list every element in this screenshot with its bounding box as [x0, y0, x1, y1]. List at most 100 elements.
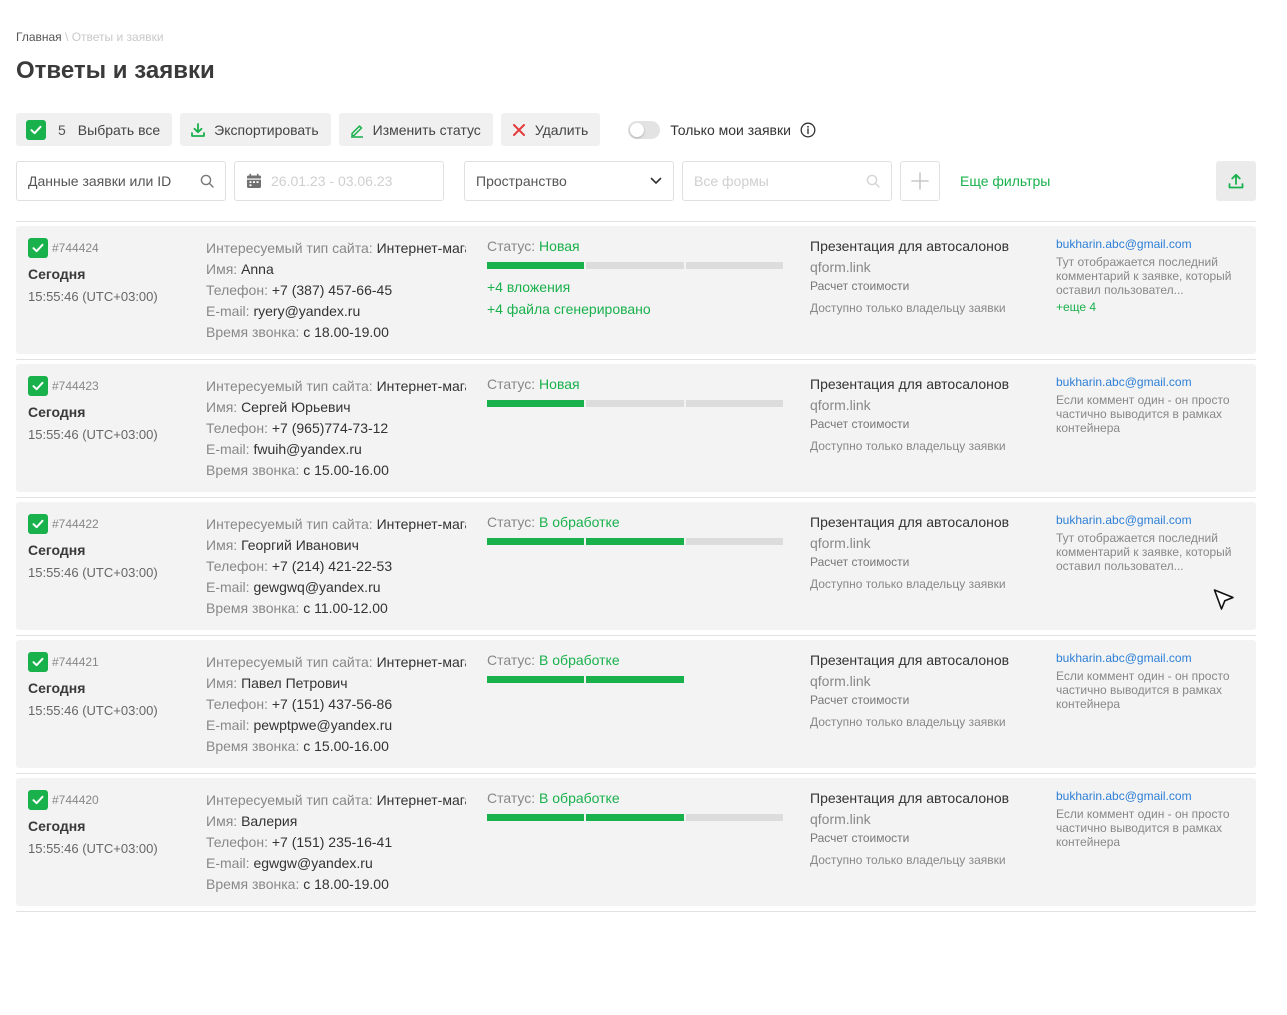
status-badge[interactable]: В обработке — [539, 514, 620, 530]
author-email[interactable]: bukharin.abc@gmail.com — [1056, 513, 1248, 527]
call-time-value: с 15.00-16.00 — [303, 738, 389, 754]
request-form-info: Презентация для автосалонов qform.link Р… — [810, 790, 1040, 867]
request-meta: #744423 Сегодня 15:55:46 (UTC+03:00) — [28, 376, 158, 442]
form-title: Презентация для автосалонов — [810, 514, 1010, 530]
search-input[interactable]: Данные заявки или ID — [16, 161, 226, 201]
status-badge[interactable]: В обработке — [539, 790, 620, 806]
checkmark-icon — [32, 519, 44, 529]
row-checkbox[interactable] — [28, 376, 48, 396]
table-row[interactable]: #744424 Сегодня 15:55:46 (UTC+03:00) Инт… — [16, 226, 1256, 360]
space-select-value: Пространство — [476, 173, 567, 189]
row-checkbox[interactable] — [28, 652, 48, 672]
breadcrumb-home[interactable]: Главная — [16, 30, 62, 44]
request-comment: bukharin.abc@gmail.com Тут отображается … — [1056, 513, 1248, 573]
divider — [16, 221, 1256, 222]
forms-placeholder: Все формы — [694, 173, 769, 189]
toggle-knob — [630, 122, 645, 137]
request-time: 15:55:46 (UTC+03:00) — [28, 427, 158, 442]
status-badge[interactable]: В обработке — [539, 652, 620, 668]
name-value: Павел Петрович — [241, 675, 348, 691]
only-mine-toggle[interactable] — [628, 120, 661, 139]
email-value: fwuih@yandex.ru — [253, 441, 362, 457]
space-select[interactable]: Пространство — [464, 161, 674, 201]
name-label: Имя: — [206, 537, 242, 553]
request-fields: Интересуемый тип сайта: Интернет-магазин… — [206, 652, 466, 757]
breadcrumb-current: Ответы и заявки — [71, 30, 164, 44]
progress-segment — [685, 814, 783, 821]
delete-label: Удалить — [534, 121, 589, 138]
email-value: gewgwq@yandex.ru — [253, 579, 381, 595]
author-email[interactable]: bukharin.abc@gmail.com — [1056, 789, 1248, 803]
search-placeholder: Данные заявки или ID — [28, 173, 172, 189]
change-status-button[interactable]: Изменить статус — [338, 113, 493, 146]
table-row[interactable]: #744421 Сегодня 15:55:46 (UTC+03:00) Инт… — [16, 640, 1256, 774]
more-comments-link[interactable]: +еще 4 — [1056, 300, 1248, 314]
progress-segment — [586, 814, 684, 821]
row-checkbox[interactable] — [28, 238, 48, 258]
status-progress — [487, 400, 783, 407]
phone-value: +7 (151) 437-56-86 — [271, 696, 393, 712]
only-mine-filter: Только мои заявки — [628, 120, 816, 139]
export-button[interactable]: Экспортировать — [180, 113, 331, 146]
date-range-input[interactable]: 26.01.23 - 03.06.23 — [234, 161, 444, 201]
requests-list: #744424 Сегодня 15:55:46 (UTC+03:00) Инт… — [16, 226, 1256, 916]
row-checkbox[interactable] — [28, 514, 48, 534]
author-email[interactable]: bukharin.abc@gmail.com — [1056, 651, 1248, 665]
mouse-pointer-icon — [1213, 589, 1234, 610]
email-value: pewptpwe@yandex.ru — [253, 717, 393, 733]
author-email[interactable]: bukharin.abc@gmail.com — [1056, 375, 1248, 389]
access-note: Доступно только владельцу заявки — [810, 577, 1006, 591]
request-meta: #744421 Сегодня 15:55:46 (UTC+03:00) — [28, 652, 158, 718]
add-filter-button[interactable] — [900, 161, 940, 201]
request-status: Статус: Новая +4 вложения +4 файла сгенер… — [487, 238, 783, 317]
call-time-label: Время звонка: — [206, 324, 304, 340]
request-comment: bukharin.abc@gmail.com Если коммент один… — [1056, 651, 1248, 711]
row-checkbox[interactable] — [28, 790, 48, 810]
forms-search-input[interactable]: Все формы — [682, 161, 892, 201]
export-label: Экспортировать — [214, 121, 319, 138]
name-value: Anna — [241, 261, 274, 277]
request-comment: bukharin.abc@gmail.com Если коммент один… — [1056, 375, 1248, 435]
table-row[interactable]: #744422 Сегодня 15:55:46 (UTC+03:00) Инт… — [16, 502, 1256, 636]
email-label: E-mail: — [206, 303, 254, 319]
select-all-button[interactable]: 5 Выбрать все — [16, 113, 173, 146]
phone-label: Телефон: — [206, 834, 272, 850]
call-time-label: Время звонка: — [206, 600, 304, 616]
progress-segment — [487, 676, 585, 683]
status-progress — [487, 538, 783, 545]
progress-segment — [586, 262, 684, 269]
phone-label: Телефон: — [206, 420, 272, 436]
progress-segment — [487, 814, 585, 821]
name-value: Сергей Юрьевич — [241, 399, 351, 415]
progress-segment — [487, 262, 585, 269]
delete-button[interactable]: Удалить — [500, 113, 601, 146]
email-label: E-mail: — [206, 441, 254, 457]
request-form-info: Презентация для автосалонов qform.link Р… — [810, 652, 1040, 729]
table-row[interactable]: #744423 Сегодня 15:55:46 (UTC+03:00) Инт… — [16, 364, 1256, 498]
change-status-label: Изменить статус — [372, 121, 481, 138]
call-time-label: Время звонка: — [206, 738, 304, 754]
progress-segment — [685, 400, 783, 407]
upload-export-button[interactable] — [1216, 161, 1256, 201]
request-status: Статус: Новая — [487, 376, 783, 407]
access-note: Доступно только владельцу заявки — [810, 301, 1006, 315]
comment-text: Тут отображается последний комментарий к… — [1056, 531, 1232, 573]
site-type-label: Интересуемый тип сайта: — [206, 516, 377, 532]
author-email[interactable]: bukharin.abc@gmail.com — [1056, 237, 1248, 251]
name-value: Георгий Иванович — [241, 537, 359, 553]
generated-files-link[interactable]: +4 файла сгенерировано — [487, 301, 783, 317]
site-type-value: Интернет-магазин — [376, 378, 466, 394]
request-fields: Интересуемый тип сайта: Интернет-магазин… — [206, 238, 466, 343]
status-badge[interactable]: Новая — [539, 376, 580, 392]
email-label: E-mail: — [206, 855, 254, 871]
calendar-icon — [247, 173, 261, 188]
phone-label: Телефон: — [206, 696, 272, 712]
status-badge[interactable]: Новая — [539, 238, 580, 254]
attachments-link[interactable]: +4 вложения — [487, 279, 783, 295]
more-filters-link[interactable]: Еще фильтры — [960, 173, 1050, 189]
request-fields: Интересуемый тип сайта: Интернет-магазин… — [206, 790, 466, 895]
form-domain: qform.link — [810, 811, 871, 827]
table-row[interactable]: #744420 Сегодня 15:55:46 (UTC+03:00) Инт… — [16, 778, 1256, 912]
info-icon[interactable] — [800, 122, 816, 138]
call-time-value: с 18.00-19.00 — [303, 324, 389, 340]
